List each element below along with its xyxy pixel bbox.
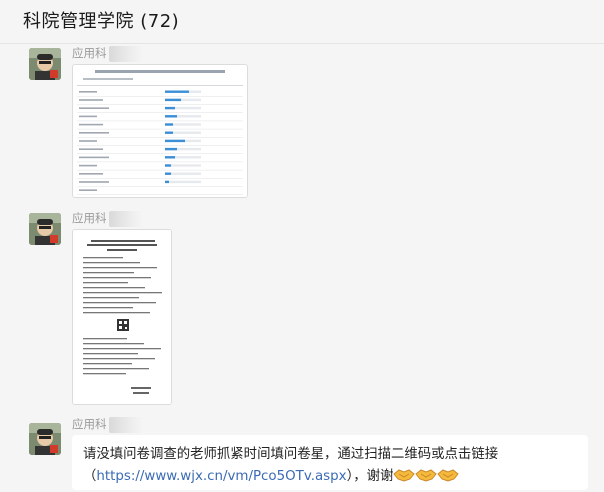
avatar[interactable] (29, 423, 61, 455)
sender-name: 应用科 (72, 210, 143, 227)
handshake-emoji-icon (393, 466, 416, 492)
survey-results-image[interactable] (72, 64, 248, 198)
chat-title: 科院管理学院 (72) (23, 11, 180, 32)
handshake-emoji-icon (415, 466, 438, 492)
chat-header: 科院管理学院 (72) (0, 0, 604, 44)
notice-document-image[interactable] (72, 229, 172, 405)
avatar[interactable] (29, 213, 61, 245)
message-text-end: ），谢谢 (346, 469, 394, 484)
sender-name: 应用科 (72, 416, 143, 433)
survey-link[interactable]: https://www.wjx.cn/vm/Pco5OTv.aspx (96, 469, 346, 484)
handshake-emoji-icon (437, 466, 460, 492)
avatar[interactable] (29, 48, 61, 80)
sender-name: 应用科 (72, 45, 143, 62)
text-message-bubble[interactable]: 请没填问卷调查的老师抓紧时间填问卷星，通过扫描二维码或点击链接（https://… (72, 435, 588, 490)
